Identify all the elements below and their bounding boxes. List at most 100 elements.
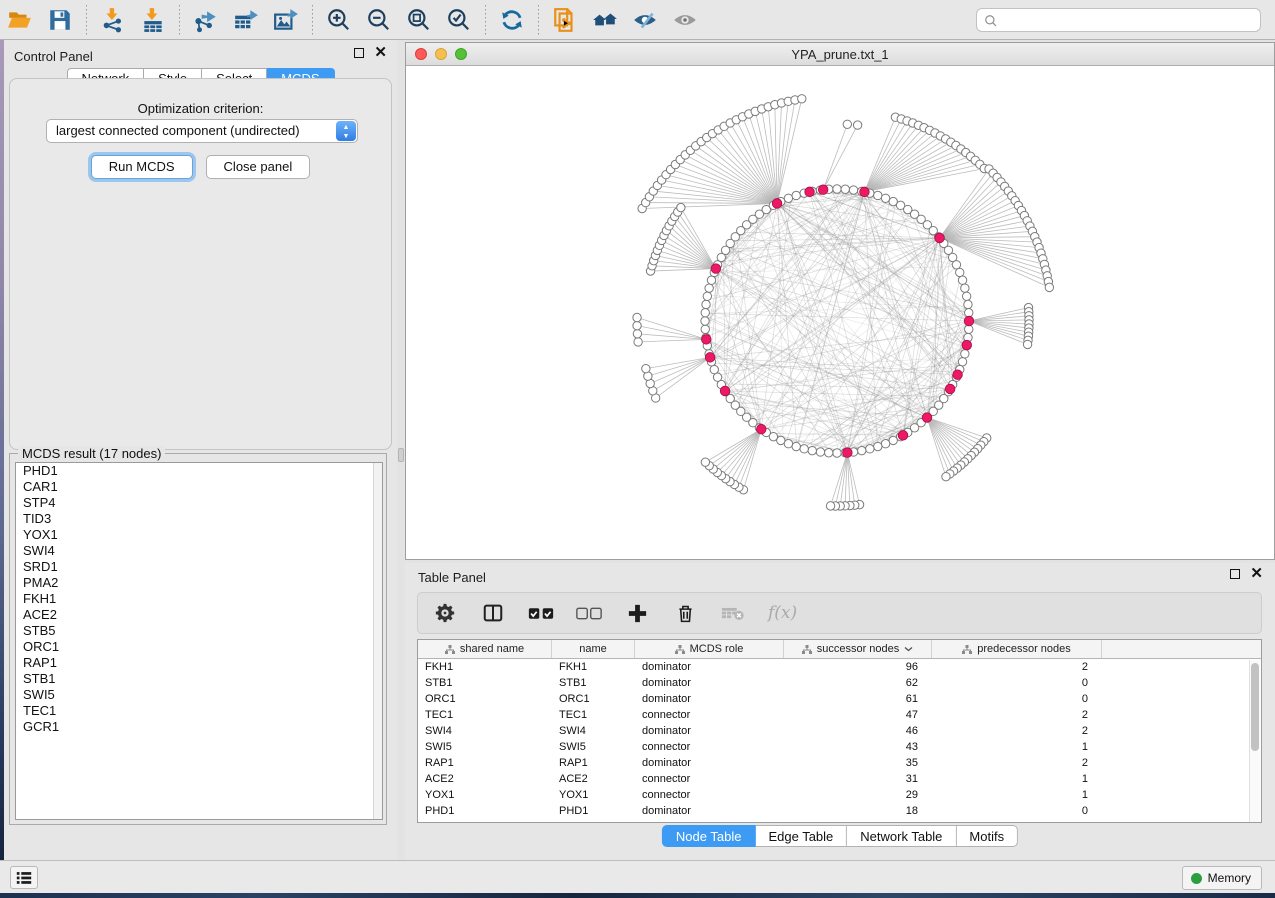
- mcds-hub-node[interactable]: [935, 233, 945, 243]
- leaf-node[interactable]: [1045, 283, 1053, 291]
- ring-node[interactable]: [964, 300, 972, 308]
- leaf-node[interactable]: [677, 203, 685, 211]
- ring-node[interactable]: [961, 284, 969, 292]
- result-node-item[interactable]: STB1: [16, 671, 382, 687]
- column-header-shared-name[interactable]: shared name: [418, 640, 552, 658]
- show-all-button[interactable]: [668, 4, 702, 36]
- vertical-splitter[interactable]: [397, 40, 405, 860]
- leaf-node[interactable]: [633, 313, 641, 321]
- mcds-hub-node[interactable]: [860, 187, 870, 197]
- mcds-hub-node[interactable]: [805, 187, 815, 197]
- leaf-node[interactable]: [633, 321, 641, 329]
- close-table-panel-icon[interactable]: ✕: [1250, 569, 1263, 579]
- table-scrollbar[interactable]: [1249, 660, 1260, 822]
- ring-node[interactable]: [701, 325, 709, 333]
- mcds-hub-node[interactable]: [705, 353, 715, 363]
- memory-button[interactable]: Memory: [1182, 866, 1262, 890]
- leaf-node[interactable]: [853, 121, 861, 129]
- column-view-button[interactable]: [480, 600, 506, 626]
- export-image-button[interactable]: [269, 4, 303, 36]
- close-panel-icon[interactable]: ✕: [374, 48, 387, 58]
- ring-node[interactable]: [841, 185, 849, 193]
- mcds-hub-node[interactable]: [922, 413, 932, 423]
- mcds-hub-node[interactable]: [711, 264, 721, 274]
- result-node-item[interactable]: FKH1: [16, 591, 382, 607]
- mcds-hub-node[interactable]: [898, 431, 908, 441]
- ring-node[interactable]: [702, 300, 710, 308]
- network-canvas[interactable]: [406, 66, 1274, 559]
- ring-node[interactable]: [961, 350, 969, 358]
- table-row[interactable]: PHD1PHD1dominator180: [418, 803, 1261, 819]
- minimize-window-icon[interactable]: [435, 48, 447, 60]
- ring-node[interactable]: [962, 292, 970, 300]
- ring-node[interactable]: [703, 292, 711, 300]
- ring-node[interactable]: [792, 191, 800, 199]
- refresh-view-button[interactable]: [495, 4, 529, 36]
- ring-node[interactable]: [825, 449, 833, 457]
- result-node-item[interactable]: STP4: [16, 495, 382, 511]
- ring-node[interactable]: [816, 448, 824, 456]
- result-node-item[interactable]: TEC1: [16, 703, 382, 719]
- close-window-icon[interactable]: [415, 48, 427, 60]
- maximize-window-icon[interactable]: [455, 48, 467, 60]
- result-node-item[interactable]: RAP1: [16, 655, 382, 671]
- ring-node[interactable]: [701, 317, 709, 325]
- export-table-button[interactable]: [229, 4, 263, 36]
- column-header-name[interactable]: name: [552, 640, 635, 658]
- mcds-hub-node[interactable]: [756, 424, 766, 434]
- mcds-hub-node[interactable]: [701, 335, 711, 345]
- leaf-node[interactable]: [826, 502, 834, 510]
- ring-node[interactable]: [808, 446, 816, 454]
- leaf-node[interactable]: [634, 338, 642, 346]
- mcds-hub-node[interactable]: [818, 185, 828, 195]
- search-input[interactable]: [1003, 10, 1253, 30]
- save-session-button[interactable]: [43, 4, 77, 36]
- ring-node[interactable]: [833, 449, 841, 457]
- mcds-hub-node[interactable]: [953, 370, 963, 380]
- function-builder-button[interactable]: f(x): [768, 603, 797, 623]
- open-file-button[interactable]: [3, 4, 37, 36]
- show-neighbors-button[interactable]: [588, 4, 622, 36]
- table-row[interactable]: FKH1FKH1dominator962: [418, 659, 1261, 675]
- result-node-item[interactable]: SWI4: [16, 543, 382, 559]
- ring-node[interactable]: [858, 446, 866, 454]
- result-node-item[interactable]: TID3: [16, 511, 382, 527]
- mcds-hub-node[interactable]: [772, 199, 782, 209]
- leaf-node[interactable]: [1023, 340, 1031, 348]
- table-row[interactable]: SWI5SWI5connector431: [418, 739, 1261, 755]
- leaf-node[interactable]: [942, 472, 950, 480]
- table-row[interactable]: ACE2ACE2connector311: [418, 771, 1261, 787]
- splitter-handle[interactable]: [398, 448, 404, 462]
- tab-network-table[interactable]: Network Table: [847, 825, 956, 847]
- result-node-item[interactable]: SWI5: [16, 687, 382, 703]
- network-graph[interactable]: [406, 66, 1274, 559]
- zoom-in-button[interactable]: [322, 4, 356, 36]
- delete-table-button[interactable]: [720, 600, 746, 626]
- deselect-all-rows-button[interactable]: [576, 600, 602, 626]
- mcds-hub-node[interactable]: [843, 448, 853, 458]
- select-all-rows-button[interactable]: [528, 600, 554, 626]
- leaf-node[interactable]: [633, 330, 641, 338]
- column-header-predecessor-nodes[interactable]: predecessor nodes: [932, 640, 1102, 658]
- ring-node[interactable]: [874, 191, 882, 199]
- ring-node[interactable]: [800, 445, 808, 453]
- import-network-button[interactable]: [96, 4, 130, 36]
- ring-node[interactable]: [792, 442, 800, 450]
- ring-node[interactable]: [958, 276, 966, 284]
- close-panel-button[interactable]: Close panel: [206, 155, 311, 179]
- result-node-item[interactable]: ACE2: [16, 607, 382, 623]
- tab-edge-table[interactable]: Edge Table: [755, 825, 847, 847]
- table-row[interactable]: SWI4SWI4dominator462: [418, 723, 1261, 739]
- ring-node[interactable]: [958, 358, 966, 366]
- delete-column-button[interactable]: [672, 600, 698, 626]
- zoom-out-button[interactable]: [362, 4, 396, 36]
- export-network-button[interactable]: [189, 4, 223, 36]
- ring-node[interactable]: [705, 284, 713, 292]
- network-titlebar[interactable]: YPA_prune.txt_1: [406, 43, 1274, 66]
- mcds-hub-node[interactable]: [945, 384, 955, 394]
- leaf-node[interactable]: [642, 364, 650, 372]
- ring-node[interactable]: [874, 442, 882, 450]
- clone-network-button[interactable]: [548, 4, 582, 36]
- float-panel-icon[interactable]: [354, 48, 364, 58]
- zoom-fit-button[interactable]: [402, 4, 436, 36]
